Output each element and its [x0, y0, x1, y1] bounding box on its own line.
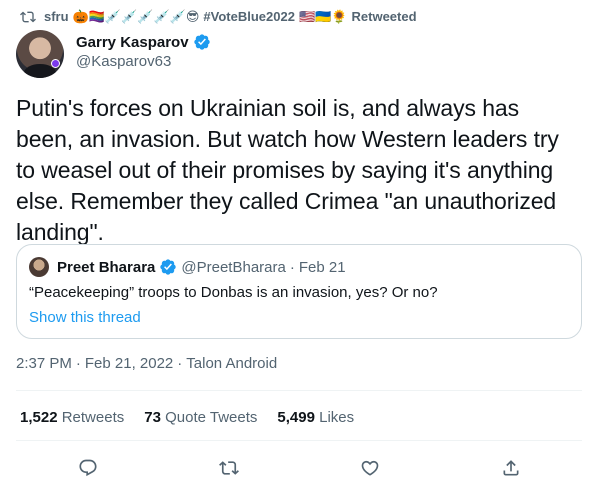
quote-avatar[interactable]: [29, 257, 49, 277]
divider: [16, 390, 582, 391]
author-name[interactable]: Garry Kasparov: [76, 34, 189, 51]
verified-badge-icon: [160, 259, 177, 275]
tweet-timestamp: 2:37 PM · Feb 21, 2022 · Talon Android: [16, 355, 277, 372]
avatar[interactable]: [16, 30, 64, 78]
tweet-author: Garry Kasparov @Kasparov63: [16, 30, 211, 78]
quote-tweets-count: 73: [144, 409, 161, 426]
quote-author-handle[interactable]: @PreetBharara: [181, 259, 285, 276]
quote-separator: ·: [289, 258, 295, 276]
verified-badge-icon: [193, 34, 210, 50]
tweet-time[interactable]: 2:37 PM: [16, 355, 72, 372]
retweeter-flags: 🇺🇸🇺🇦🌻: [298, 9, 348, 24]
retweets-stat[interactable]: 1,522 Retweets: [20, 409, 124, 426]
retweet-icon: [20, 9, 36, 25]
share-icon: [503, 460, 519, 476]
like-icon: [361, 460, 379, 476]
quote-date[interactable]: Feb 21: [299, 259, 346, 276]
retweets-label: Retweets: [61, 409, 125, 426]
share-button[interactable]: [499, 456, 523, 480]
like-button[interactable]: [358, 456, 382, 480]
likes-label: Likes: [319, 409, 355, 426]
tweet-source[interactable]: Talon Android: [186, 355, 277, 372]
tweet-date[interactable]: Feb 21, 2022: [85, 355, 173, 372]
quote-tweets-stat[interactable]: 73 Quote Tweets: [144, 409, 257, 426]
retweeted-label: Retweeted: [351, 9, 417, 24]
retweeter-name[interactable]: sfru: [44, 9, 69, 25]
likes-count: 5,499: [277, 409, 315, 426]
reply-icon: [79, 459, 97, 477]
reply-button[interactable]: [76, 456, 100, 480]
quoted-tweet[interactable]: Preet Bharara @PreetBharara · Feb 21 “Pe…: [16, 244, 582, 339]
tweet-text: Putin's forces on Ukrainian soil is, and…: [16, 95, 559, 245]
divider: [16, 440, 582, 441]
retweet-icon: [219, 461, 239, 475]
show-thread-link[interactable]: Show this thread: [29, 309, 141, 326]
retweeted-by-header: sfru 🎃🏳️‍🌈💉💉💉💉💉😎 #VoteBlue2022 🇺🇸🇺🇦🌻 Ret…: [20, 8, 417, 26]
quote-text: “Peacekeeping” troops to Donbas is an in…: [29, 284, 438, 301]
meta-separator: ·: [75, 355, 81, 372]
retweeter-emoji: 🎃🏳️‍🌈💉💉💉💉💉😎: [72, 9, 200, 24]
quote-tweets-label: Quote Tweets: [165, 409, 258, 426]
retweeter-hashtag: #VoteBlue2022: [203, 9, 295, 24]
retweet-button[interactable]: [217, 456, 241, 480]
quote-author-name[interactable]: Preet Bharara: [57, 259, 155, 276]
author-handle[interactable]: @Kasparov63: [76, 53, 211, 70]
engagement-stats: 1,522 Retweets 73 Quote Tweets 5,499 Lik…: [20, 409, 354, 426]
likes-stat[interactable]: 5,499 Likes: [277, 409, 354, 426]
meta-separator: ·: [177, 355, 183, 372]
action-bar: [0, 456, 598, 480]
retweets-count: 1,522: [20, 409, 58, 426]
